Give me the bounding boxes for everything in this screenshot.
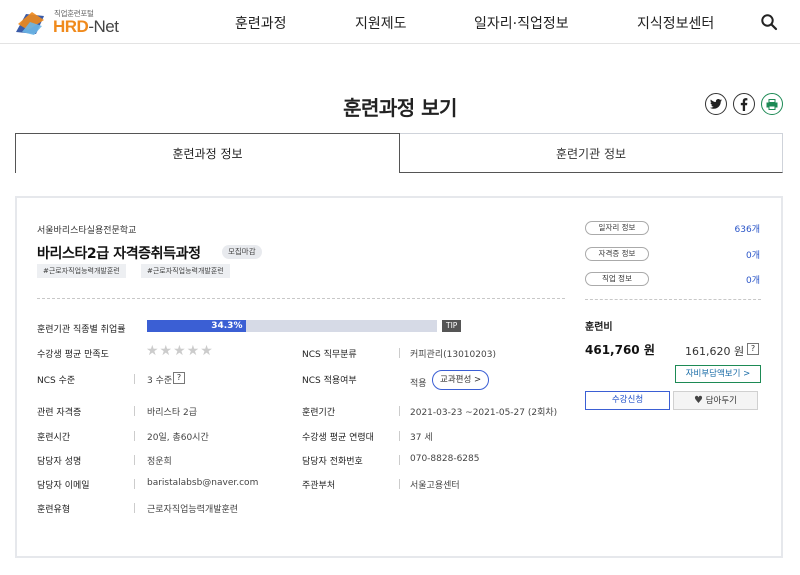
manager-name-label: 담당자 성명	[37, 457, 82, 467]
separator	[134, 431, 135, 441]
average-age-value: 37 세	[410, 433, 433, 443]
average-age-label: 수강생 평균 연령대	[302, 433, 374, 443]
heart-icon: ♥	[694, 395, 703, 406]
tip-button[interactable]: TIP	[442, 320, 462, 332]
job-info-count[interactable]: 636개	[735, 222, 760, 235]
separator	[134, 455, 135, 465]
nav-support-systems[interactable]: 지원제도	[355, 13, 407, 33]
ncs-apply-label: NCS 적용여부	[302, 376, 357, 386]
course-tag: #근로자직업능력개발훈련	[37, 264, 126, 278]
separator	[134, 406, 135, 416]
satisfaction-stars: ★★★★★	[146, 343, 214, 359]
institution-name: 서울바리스타실용전문학교	[37, 226, 137, 236]
separator	[399, 431, 400, 441]
training-hours-value: 20일, 총60시간	[147, 433, 209, 443]
separator	[399, 348, 400, 358]
separator	[399, 406, 400, 416]
logo-text: HRD-Net	[53, 17, 119, 36]
apply-button[interactable]: 수강신청	[585, 391, 670, 410]
training-fee-self: 161,620 원	[685, 345, 745, 358]
manager-phone-value: 070-8828-6285	[410, 454, 480, 464]
department-label: 주관부처	[302, 481, 336, 491]
course-tag: #근로자직업능력개발훈련	[141, 264, 230, 278]
print-icon[interactable]	[761, 93, 783, 115]
ncs-apply-value: 적용	[410, 379, 427, 389]
save-button-label: 담아두기	[705, 396, 737, 406]
fee-help-icon[interactable]: ?	[747, 343, 759, 355]
training-period-label: 훈련기간	[302, 408, 336, 418]
employment-rate-label: 훈련기관 직종별 취업률	[37, 325, 126, 335]
site-header: 직업훈련포털 HRD-Net 훈련과정 지원제도 일자리·직업정보 지식정보센터	[0, 0, 800, 44]
employment-rate-fill: 34.3%	[147, 320, 247, 332]
status-badge: 모집마감	[222, 245, 262, 259]
manager-phone-label: 담당자 전화번호	[302, 457, 363, 467]
ncs-level-value: 3 수준	[147, 376, 173, 386]
training-fee-total: 461,760 원	[585, 343, 655, 357]
career-info-count[interactable]: 0개	[746, 273, 760, 286]
ncs-category-value: 커피관리(13010203)	[410, 350, 496, 360]
manager-email-value: baristalabsb@naver.com	[147, 478, 259, 488]
separator	[134, 503, 135, 513]
related-cert-value: 바리스타 2급	[147, 408, 197, 418]
related-cert-label: 관련 자격증	[37, 408, 82, 418]
separator	[399, 455, 400, 465]
training-type-value: 근로자직업능력개발훈련	[147, 505, 239, 515]
department-value: 서울고용센터	[410, 481, 460, 491]
self-pay-button[interactable]: 자비부담액보기 >	[675, 365, 761, 383]
ncs-category-label: NCS 직무분류	[302, 350, 357, 360]
separator	[134, 374, 135, 384]
page-title: 훈련과정 보기	[343, 96, 457, 120]
training-period-value: 2021-03-23 ~2021-05-27 (2회차)	[410, 408, 558, 418]
logo-mark-icon	[16, 12, 44, 35]
separator	[399, 479, 400, 489]
nav-knowledge-center[interactable]: 지식정보센터	[637, 13, 714, 33]
hrd-net-logo[interactable]: 직업훈련포털 HRD-Net	[14, 6, 134, 38]
training-type-label: 훈련유형	[37, 505, 71, 515]
save-button[interactable]: ♥ 담아두기	[673, 391, 758, 410]
employment-rate-bar: 34.3%	[147, 320, 437, 332]
employment-rate-value: 34.3%	[211, 321, 243, 331]
divider	[37, 298, 565, 299]
facebook-share-icon[interactable]	[733, 93, 755, 115]
curriculum-button[interactable]: 교과편성 >	[432, 370, 490, 390]
separator	[134, 479, 135, 489]
divider	[585, 299, 761, 300]
career-info-pill[interactable]: 직업 정보	[585, 272, 649, 286]
nav-training-courses[interactable]: 훈련과정	[235, 13, 287, 33]
cert-info-pill[interactable]: 자격증 정보	[585, 247, 649, 261]
training-fee-label: 훈련비	[585, 322, 613, 333]
course-title: 바리스타2급 자격증취득과정	[37, 246, 201, 262]
ncs-level-label: NCS 수준	[37, 376, 76, 386]
training-hours-label: 훈련시간	[37, 433, 71, 443]
tab-course-info[interactable]: 훈련과정 정보	[15, 133, 400, 173]
manager-name-value: 정운희	[147, 457, 172, 467]
manager-email-label: 담당자 이메일	[37, 481, 90, 491]
tab-institution-info[interactable]: 훈련기관 정보	[400, 133, 783, 173]
ncs-level-help-icon[interactable]: ?	[173, 372, 185, 384]
job-info-pill[interactable]: 일자리 정보	[585, 221, 649, 235]
satisfaction-label: 수강생 평균 만족도	[37, 350, 109, 360]
search-icon[interactable]	[760, 13, 778, 31]
cert-info-count[interactable]: 0개	[746, 248, 760, 261]
twitter-share-icon[interactable]	[705, 93, 727, 115]
nav-jobs-info[interactable]: 일자리·직업정보	[474, 13, 569, 33]
